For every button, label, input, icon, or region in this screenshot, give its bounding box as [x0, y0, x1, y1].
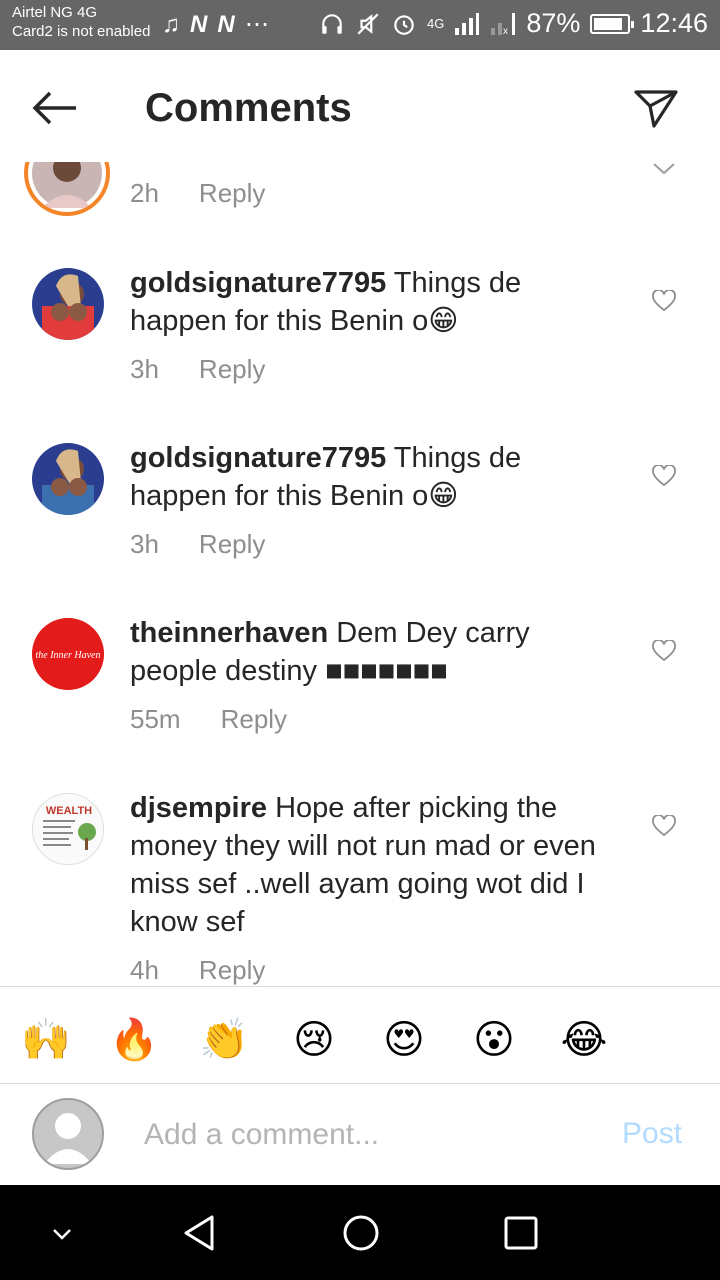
comment-username[interactable]: goldsignature7795 [130, 442, 386, 474]
raising-hands-emoji-button[interactable]: 🙌 [20, 1011, 72, 1063]
avatar-logo-text: WEALTH [46, 805, 92, 817]
comment-input[interactable] [144, 1113, 594, 1157]
avatar[interactable] [32, 268, 104, 340]
system-icons: 4G x 87% 12:46 [319, 8, 708, 39]
crying-emoji-button[interactable]: 😢 [288, 1011, 340, 1063]
default-avatar-icon [44, 1113, 92, 1164]
comment-meta: 3h Reply [130, 354, 265, 385]
emoji-glyph: 😢 [293, 1018, 335, 1062]
reply-button[interactable]: Reply [199, 529, 265, 560]
comment-time: 3h [130, 529, 159, 559]
avatar-photo [32, 268, 104, 340]
battery-percent: 87% [526, 8, 581, 38]
avatar[interactable] [32, 443, 104, 515]
clapping-emoji-button[interactable]: 👏 [198, 1011, 250, 1063]
reply-button[interactable]: Reply [199, 178, 265, 209]
emoji-glyph: 😍 [383, 1018, 425, 1062]
emoji-bar: 🙌 🔥 👏 😢 😍 😮 😂 [0, 986, 720, 1084]
reply-button[interactable]: Reply [199, 354, 265, 385]
recents-square-icon[interactable] [501, 1213, 541, 1253]
reply-button[interactable]: Reply [199, 955, 265, 985]
direct-send-icon[interactable] [632, 84, 680, 132]
heart-eyes-emoji-button[interactable]: 😍 [378, 1011, 430, 1063]
comment-text: theinnerhaven Dem Dey carry people desti… [130, 614, 610, 690]
comments-list[interactable]: 2h Reply goldsignature7795 Things de hap… [0, 150, 720, 985]
heart-icon[interactable] [652, 815, 676, 837]
comment-text: goldsignature7795 Things de happen for t… [130, 439, 610, 515]
avatar-logo: WEALTH [33, 794, 103, 864]
comment-item: goldsignature7795 Things de happen for t… [0, 435, 720, 595]
comment-text: goldsignature7795 Things de happen for t… [130, 264, 610, 340]
header: Comments [0, 50, 720, 162]
comment-item: the Inner Haven theinnerhaven Dem Dey ca… [0, 610, 720, 770]
emoji-glyph: 😂 [561, 1018, 608, 1062]
comment-time: 55m [130, 704, 181, 734]
surprised-emoji-button[interactable]: 😮 [468, 1011, 520, 1063]
reply-button[interactable]: Reply [221, 704, 287, 735]
emoji-glyph: 👏 [199, 1016, 249, 1062]
heart-icon[interactable] [652, 465, 676, 487]
comment-meta: 2h Reply [130, 178, 265, 209]
network-type: 4G [427, 16, 445, 31]
comment-meta: 4h Reply [130, 955, 265, 985]
comment-time: 2h [130, 178, 159, 208]
emoji-glyph: 🔥 [109, 1016, 159, 1062]
heart-icon[interactable] [652, 290, 676, 312]
notification-icons: ♫ N N ⋯ [162, 10, 269, 39]
page-title: Comments [145, 86, 352, 130]
mute-icon [357, 12, 379, 35]
comment-meta: 3h Reply [130, 529, 265, 560]
emoji-glyph: 🙌 [21, 1018, 71, 1062]
notification-n-icon: N [190, 10, 208, 38]
current-user-avatar [32, 1098, 104, 1170]
comment-meta: 55m Reply [130, 704, 287, 735]
avatar[interactable]: WEALTH [32, 793, 104, 865]
alarm-icon [394, 14, 414, 35]
headset-icon [322, 13, 342, 34]
post-button[interactable]: Post [622, 1117, 682, 1151]
comment-time: 4h [130, 955, 159, 985]
comment-username[interactable]: theinnerhaven [130, 617, 328, 649]
comment-composer: Post [0, 1085, 720, 1185]
avatar[interactable]: the Inner Haven [32, 618, 104, 690]
back-triangle-icon[interactable] [182, 1213, 222, 1253]
avatar-logo-text: the Inner Haven [36, 650, 101, 661]
comment-item: WEALTH djsempire Hope after picking the … [0, 785, 720, 985]
comment-text: djsempire Hope after picking the money t… [130, 789, 610, 941]
fire-emoji-button[interactable]: 🔥 [108, 1011, 160, 1063]
avatar-logo: the Inner Haven [32, 618, 104, 690]
hide-keyboard-chevron-icon[interactable] [42, 1213, 82, 1253]
home-circle-icon[interactable] [341, 1213, 381, 1253]
avatar-photo [32, 443, 104, 515]
more-dots-icon: ⋯ [244, 11, 269, 38]
carrier-name: Airtel NG 4G [12, 4, 98, 21]
signal-icon [455, 12, 480, 35]
notification-n-icon: N [217, 10, 235, 38]
emoji-glyph: 😮 [473, 1018, 515, 1062]
comment-username[interactable]: goldsignature7795 [130, 267, 386, 299]
music-icon: ♫ [162, 10, 180, 38]
clock: 12:46 [640, 8, 708, 38]
heart-icon[interactable] [652, 640, 676, 662]
comment-item: goldsignature7795 Things de happen for t… [0, 260, 720, 420]
sim-status: Card2 is not enabled [12, 23, 151, 40]
svg-text:x: x [503, 26, 508, 36]
laughing-emoji-button[interactable]: 😂 [558, 1011, 610, 1063]
signal-x-icon: x [491, 12, 516, 36]
status-bar: Airtel NG 4G Card2 is not enabled ♫ N N … [0, 0, 720, 50]
carrier-info: Airtel NG 4G Card2 is not enabled [12, 3, 150, 41]
android-nav-bar [0, 1185, 720, 1280]
battery-icon [590, 13, 635, 34]
comment-time: 3h [130, 354, 159, 384]
comment-username[interactable]: djsempire [130, 792, 267, 824]
back-arrow-icon[interactable] [30, 88, 80, 128]
